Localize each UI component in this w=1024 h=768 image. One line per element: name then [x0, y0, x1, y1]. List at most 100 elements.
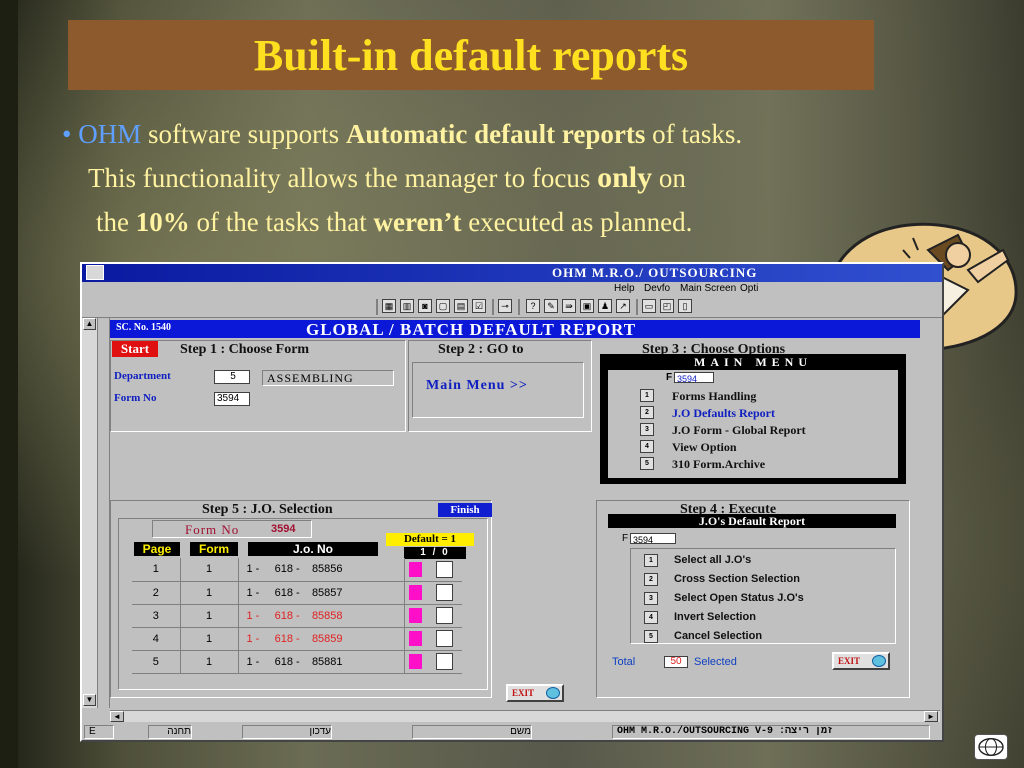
main-menu-inner: F 3594 1 Forms Handling 2 J.O Defaults R… [608, 370, 898, 478]
row-page: 1 [132, 558, 181, 582]
menu-item-main-screen[interactable]: Main Screen [680, 283, 736, 294]
execute-option-4-button[interactable]: 4 [644, 611, 658, 624]
table-row[interactable]: 211 - 618 - 85857 [132, 581, 462, 605]
save-icon[interactable]: ▭ [642, 299, 656, 313]
truck-icon[interactable]: ⇛ [562, 299, 576, 313]
vertical-scrollbar[interactable]: ▲ ▼ [82, 318, 98, 708]
chart-icon[interactable]: ↗ [616, 299, 630, 313]
scroll-right-arrow-icon[interactable]: ► [924, 711, 938, 722]
execute-cross-section[interactable]: Cross Section Selection [674, 573, 800, 585]
app-titlebar: OHM M.R.O./ OUTSOURCING [82, 264, 942, 282]
app-icon[interactable] [86, 265, 104, 280]
line3-bold-a: 10% [135, 207, 190, 237]
row-checkbox[interactable] [435, 630, 453, 647]
users-icon[interactable]: ♟ [598, 299, 612, 313]
menu-item-devfo[interactable]: Devfo [644, 283, 670, 294]
help-icon[interactable]: ? [526, 299, 540, 313]
check-icon[interactable]: ☑ [472, 299, 486, 313]
step4-exit-button[interactable]: EXIT [832, 652, 890, 670]
menu-item-help[interactable]: Help [614, 283, 635, 294]
jo-part-c: 85857 [311, 586, 343, 599]
execute-option-5-button[interactable]: 5 [644, 630, 658, 643]
line1-text-a: software supports [141, 119, 346, 149]
row-form: 1 [180, 581, 239, 605]
preview-icon[interactable]: ◙ [418, 299, 432, 313]
main-menu-link[interactable]: Main Menu >> [426, 378, 528, 394]
row-checkbox[interactable] [435, 584, 453, 601]
menu-option-4-button[interactable]: 4 [640, 440, 654, 453]
scroll-down-arrow-icon[interactable]: ▼ [83, 694, 96, 706]
menu-option-forms-handling[interactable]: Forms Handling [672, 389, 756, 404]
menu-option-1-button[interactable]: 1 [640, 389, 654, 402]
toolbar-separator [636, 299, 638, 315]
paste-icon[interactable]: ▤ [454, 299, 468, 313]
row-checkbox-cell [426, 558, 462, 582]
row-marker [404, 627, 426, 651]
table-row[interactable]: 111 - 618 - 85856 [132, 558, 462, 582]
toolbar-separator [376, 299, 378, 315]
window-icon[interactable]: ◰ [660, 299, 674, 313]
form-no-input[interactable]: 3594 [214, 392, 250, 406]
row-checkbox[interactable] [435, 560, 453, 578]
execute-cancel[interactable]: Cancel Selection [674, 630, 762, 642]
jo-selection-table: 111 - 618 - 85856 2 1 1 - 618 - 85857 3 1 1 - … [132, 558, 462, 674]
execute-option-1-button[interactable]: 1 [644, 554, 658, 567]
jo-part-a: 1 - [246, 655, 260, 668]
menu-f-label: F [666, 372, 673, 383]
table-row[interactable]: 411 - 618 - 85859 [132, 627, 462, 651]
menu-option-jo-defaults-report[interactable]: J.O Defaults Report [672, 406, 775, 421]
selection-marker-icon [408, 631, 422, 646]
print-icon[interactable]: ▦ [382, 299, 396, 313]
copy-icon[interactable]: ▢ [436, 299, 450, 313]
menu-item-options[interactable]: Opti [740, 283, 758, 294]
line3-text-a: the [96, 207, 136, 237]
selection-marker-icon [408, 561, 422, 577]
scroll-up-arrow-icon[interactable]: ▲ [83, 318, 96, 330]
line2-text-a: This functionality allows the manager to… [88, 163, 598, 193]
document-icon[interactable]: ▯ [678, 299, 692, 313]
app-window: OHM M.R.O./ OUTSOURCING Help Devfo Main … [80, 262, 944, 742]
toolbar: ▦ ▥ ◙ ▢ ▤ ☑ ⊸ ? ✎ ⇛ ▣ ♟ ↗ ▭ ◰ ▯ [82, 296, 942, 318]
status-bar: E תחנה עדכון משם OHM M.R.O./OUTSOURCING … [82, 724, 942, 740]
grid-icon[interactable]: ▥ [400, 299, 414, 313]
row-checkbox[interactable] [435, 653, 453, 670]
step5-exit-button[interactable]: EXIT [506, 684, 564, 702]
calc-icon[interactable]: ▣ [580, 299, 594, 313]
row-jo-number: 1 - 618 - 85859 [238, 627, 405, 651]
total-label: Total [612, 656, 636, 668]
jo-part-b: 618 - [274, 586, 300, 599]
menu-option-2-button[interactable]: 2 [640, 406, 654, 419]
scroll-left-arrow-icon[interactable]: ◄ [110, 711, 124, 722]
jo-part-c: 85856 [311, 563, 343, 576]
start-button[interactable]: Start [112, 341, 158, 357]
menu-option-view-option[interactable]: View Option [672, 440, 737, 455]
menu-option-jo-global-report[interactable]: J.O Form - Global Report [672, 423, 806, 438]
execute-select-open[interactable]: Select Open Status J.O's [674, 592, 804, 604]
table-row[interactable]: 311 - 618 - 85858 [132, 604, 462, 628]
row-page: 3 [132, 604, 181, 628]
execute-invert[interactable]: Invert Selection [674, 611, 756, 623]
menu-option-5-button[interactable]: 5 [640, 457, 654, 470]
step1-title: Step 1 : Choose Form [180, 342, 310, 357]
department-code-input[interactable]: 5 [214, 370, 250, 384]
toolbar-separator [518, 299, 520, 315]
toolbar-separator [492, 299, 494, 315]
execute-select-all[interactable]: Select all J.O's [674, 554, 751, 566]
menu-option-3-button[interactable]: 3 [640, 423, 654, 436]
execute-option-2-button[interactable]: 2 [644, 573, 658, 586]
row-marker [404, 650, 426, 674]
status-cell-update: עדכון [242, 725, 332, 739]
row-page: 5 [132, 650, 181, 674]
exit-label: EXIT [512, 688, 535, 698]
table-row[interactable]: 511 - 618 - 85881 [132, 650, 462, 674]
exit-icon [546, 687, 560, 699]
menu-option-form-archive[interactable]: 310 Form.Archive [672, 457, 765, 472]
execute-option-3-button[interactable]: 3 [644, 592, 658, 605]
edit-icon[interactable]: ✎ [544, 299, 558, 313]
jo-part-c: 85881 [311, 655, 343, 668]
key-icon[interactable]: ⊸ [498, 299, 512, 313]
finish-button[interactable]: Finish [438, 503, 492, 517]
row-checkbox[interactable] [435, 607, 453, 624]
horizontal-scrollbar[interactable]: ◄ ► [110, 710, 940, 722]
row-jo-number: 1 - 618 - 85856 [238, 558, 405, 582]
